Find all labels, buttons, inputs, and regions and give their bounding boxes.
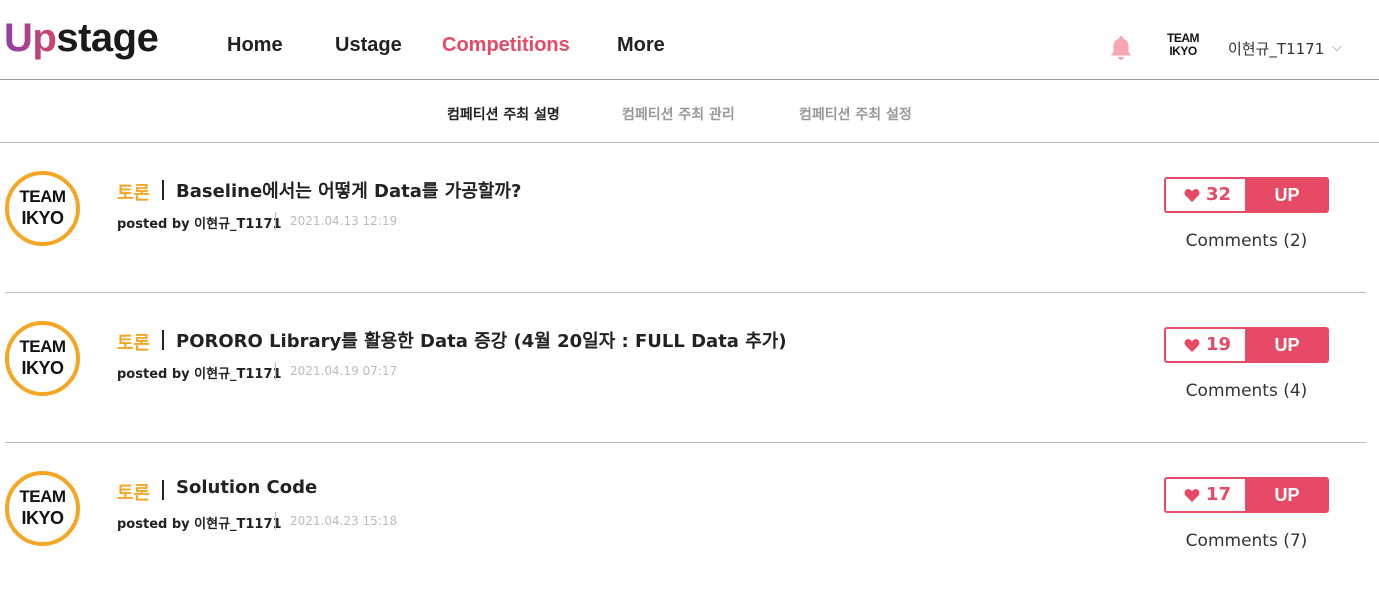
upvote-button[interactable]: UP: [1245, 479, 1327, 511]
vote-widget: 17 UP: [1164, 477, 1329, 513]
post-category: 토론: [117, 333, 151, 354]
upvote-button[interactable]: UP: [1245, 179, 1327, 211]
team-avatar-small[interactable]: TEAM IKYO: [1166, 32, 1200, 60]
heart-icon: [1184, 339, 1200, 352]
upstage-logo[interactable]: Upstage: [4, 14, 159, 62]
vote-widget: 19 UP: [1164, 327, 1329, 363]
comments-link[interactable]: Comments (7): [1164, 531, 1329, 551]
tab-competition-settings[interactable]: 컴페티션 주최 설정: [799, 104, 912, 124]
post-item: TEAM IKYO 토론 Solution Code posted by 이현규…: [5, 443, 1366, 590]
post-author: posted by 이현규_T1171: [117, 517, 282, 532]
post-category: 토론: [117, 183, 151, 204]
post-item: TEAM IKYO 토론 Baseline에서는 어떻게 Data를 가공할까?…: [5, 143, 1366, 293]
post-date: 2021.04.13 12:19: [290, 214, 398, 228]
like-count-box: 17: [1166, 479, 1245, 511]
divider: [275, 362, 276, 380]
post-author: posted by 이현규_T1171: [117, 217, 282, 232]
sub-tabs: 컴페티션 주최 설명 컴페티션 주최 관리 컴페티션 주최 설정: [0, 80, 1379, 143]
nav-competitions[interactable]: Competitions: [442, 34, 570, 57]
divider: [162, 180, 164, 200]
chevron-down-icon[interactable]: ⌵: [1332, 40, 1342, 55]
post-item: TEAM IKYO 토론 PORORO Library를 활용한 Data 증강…: [5, 293, 1366, 443]
notification-bell-icon[interactable]: [1108, 34, 1134, 62]
tab-competition-description[interactable]: 컴페티션 주최 설명: [447, 104, 560, 124]
heart-icon: [1184, 489, 1200, 502]
post-date: 2021.04.23 15:18: [290, 514, 398, 528]
nav-home[interactable]: Home: [227, 34, 283, 57]
like-count-box: 19: [1166, 329, 1245, 361]
post-title[interactable]: PORORO Library를 활용한 Data 증강 (4월 20일자 : F…: [176, 327, 787, 353]
divider: [162, 330, 164, 350]
top-header: Upstage Home Ustage Competitions More TE…: [0, 0, 1379, 80]
post-date: 2021.04.19 07:17: [290, 364, 398, 378]
divider: [275, 512, 276, 530]
divider: [162, 480, 164, 500]
like-count: 19: [1206, 334, 1232, 355]
post-title[interactable]: Baseline에서는 어떻게 Data를 가공할까?: [176, 177, 521, 203]
like-count: 32: [1206, 184, 1232, 205]
nav-more[interactable]: More: [617, 34, 665, 57]
like-count-box: 32: [1166, 179, 1245, 211]
post-title[interactable]: Solution Code: [176, 477, 317, 498]
upvote-button[interactable]: UP: [1245, 329, 1327, 361]
user-menu[interactable]: 이현규_T1171: [1228, 38, 1324, 59]
tab-competition-management[interactable]: 컴페티션 주최 관리: [622, 104, 735, 124]
vote-widget: 32 UP: [1164, 177, 1329, 213]
post-category: 토론: [117, 483, 151, 504]
team-avatar: TEAM IKYO: [5, 171, 80, 246]
team-avatar: TEAM IKYO: [5, 471, 80, 546]
post-author: posted by 이현규_T1171: [117, 367, 282, 382]
divider: [275, 212, 276, 230]
like-count: 17: [1206, 484, 1232, 505]
comments-link[interactable]: Comments (4): [1164, 381, 1329, 401]
nav-ustage[interactable]: Ustage: [335, 34, 402, 57]
heart-icon: [1184, 189, 1200, 202]
team-avatar: TEAM IKYO: [5, 321, 80, 396]
comments-link[interactable]: Comments (2): [1164, 231, 1329, 251]
